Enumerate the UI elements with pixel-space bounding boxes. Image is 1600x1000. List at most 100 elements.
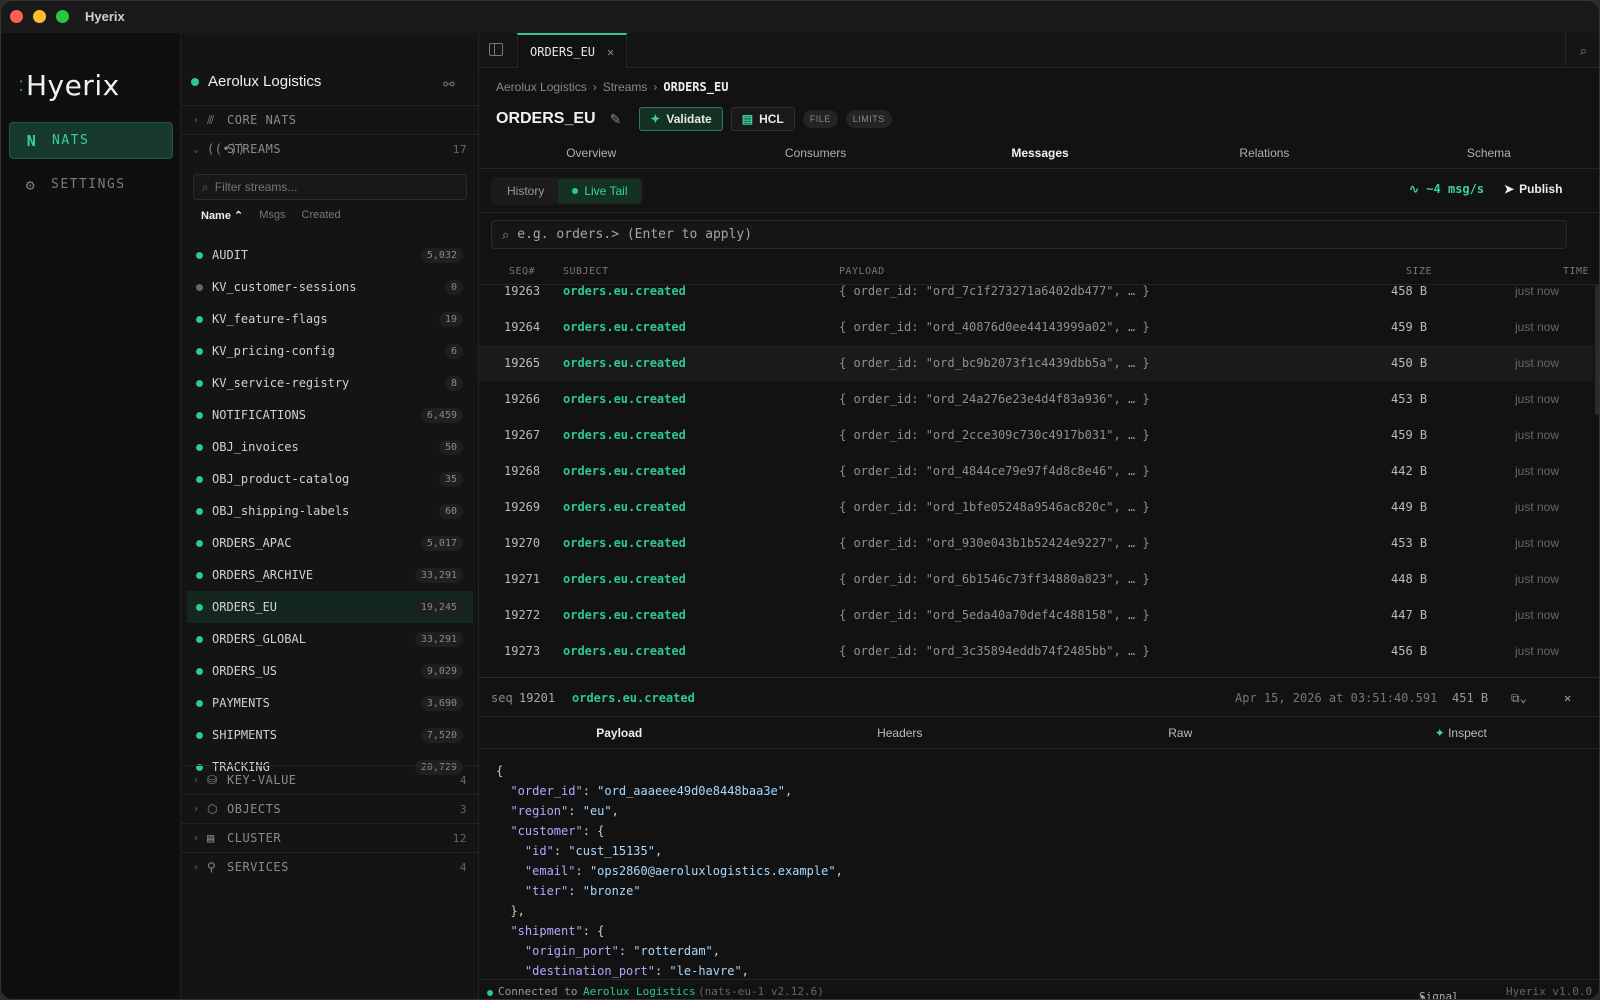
breadcrumb-connection[interactable]: Aerolux Logistics [496, 80, 587, 94]
stream-msg-count: 33,291 [414, 631, 463, 647]
nav-item-nats[interactable]: N NATS [9, 122, 173, 159]
stream-list-item[interactable]: OBJ_shipping-labels 60 [181, 495, 479, 527]
table-row[interactable]: 19268 orders.eu.created { order_id: "ord_4… [479, 453, 1593, 489]
column-header-payload[interactable]: PAYLOAD [839, 266, 885, 277]
tab-relations[interactable]: Relations [1152, 137, 1376, 168]
payload-json-viewer: { "order_id": "ord_aaaeee49d0e8448baa3e"… [496, 764, 843, 978]
row-time: just now [1515, 500, 1560, 514]
table-row[interactable]: 19272 orders.eu.created { order_id: "ord_5… [479, 597, 1593, 633]
tab-consumers[interactable]: Consumers [703, 137, 927, 168]
stream-msg-count: 3,690 [420, 695, 463, 711]
disconnect-plug-icon[interactable]: ⚯ [443, 76, 455, 93]
history-mode-button[interactable]: History [493, 179, 558, 203]
stream-list-item[interactable]: KV_feature-flags 19 [181, 303, 479, 335]
stream-list-item[interactable]: KV_pricing-config 6 [181, 335, 479, 367]
json-value: rotterdam [640, 944, 706, 958]
row-time: just now [1515, 392, 1560, 406]
tab-headers[interactable]: Headers [760, 717, 1041, 748]
stream-list-item[interactable]: OBJ_product-catalog 35 [181, 463, 479, 495]
section-objects[interactable]: › ⬡ OBJECTS 3 [181, 794, 479, 823]
stream-list-item[interactable]: AUDIT 5,032 [181, 239, 479, 271]
nats-icon: N [26, 131, 38, 150]
stream-list-item[interactable]: ORDERS_US 9,029 [181, 655, 479, 687]
search-icon[interactable]: ⌕ [1565, 33, 1599, 68]
stream-list-item[interactable]: SHIPMENTS 7,520 [181, 719, 479, 751]
json-value: ord_aaaeee49d0e8448baa3e [604, 784, 778, 798]
publish-button[interactable]: ➤ Publish [1504, 182, 1562, 196]
sidebar-toggle-icon[interactable] [489, 43, 503, 56]
nav-item-settings[interactable]: ⚙ SETTINGS [9, 166, 173, 203]
row-seq: 19267 [504, 428, 541, 442]
stream-list-item[interactable]: OBJ_invoices 50 [181, 431, 479, 463]
table-row[interactable]: 19273 orders.eu.created { order_id: "ord_3… [479, 633, 1593, 665]
stream-list-item[interactable]: ORDERS_ARCHIVE 33,291 [181, 559, 479, 591]
close-icon[interactable]: ✕ [1564, 691, 1571, 705]
section-cluster[interactable]: › ▤ CLUSTER 12 [181, 823, 479, 852]
stream-list-item[interactable]: PAYMENTS 3,690 [181, 687, 479, 719]
stream-list-item[interactable]: ORDERS_EU 19,245 [187, 591, 473, 623]
table-row[interactable]: 19263 orders.eu.created { order_id: "ord_7… [479, 285, 1593, 309]
validate-label: Validate [666, 112, 712, 126]
activity-icon: ∿ [1409, 182, 1420, 196]
column-header-subject[interactable]: SUBJECT [563, 266, 609, 277]
breadcrumb-streams[interactable]: Streams [603, 80, 648, 94]
column-header-seq[interactable]: SEQ# [509, 266, 535, 277]
tab-label: Inspect [1448, 726, 1487, 740]
app-window: Hyerix ⁚Hyerix N NATS ⚙ SETTINGS Aerolux… [0, 0, 1600, 1000]
section-streams[interactable]: ⌄ ((•)) STREAMS 17 [181, 134, 479, 163]
message-table: 19263 orders.eu.created { order_id: "ord_7… [479, 285, 1593, 665]
sparkle-icon: ✦ [650, 112, 661, 126]
close-window-button[interactable] [10, 10, 23, 23]
tab-orders-eu[interactable]: ORDERS_EU ✕ [517, 33, 628, 68]
subject-filter[interactable]: ⌕ [491, 220, 1567, 249]
table-row[interactable]: 19269 orders.eu.created { order_id: "ord_1… [479, 489, 1593, 525]
stream-list-item[interactable]: KV_service-registry 8 [181, 367, 479, 399]
stream-list-item[interactable]: KV_customer-sessions 0 [181, 271, 479, 303]
tab-overview[interactable]: Overview [479, 137, 703, 168]
tab-messages[interactable]: Messages [928, 137, 1152, 168]
live-tail-mode-button[interactable]: Live Tail [558, 179, 642, 203]
stream-list-item[interactable]: ORDERS_APAC 5,017 [181, 527, 479, 559]
section-services[interactable]: › ⚲ SERVICES 4 [181, 852, 479, 881]
hcl-button[interactable]: ▤ HCL [730, 107, 795, 131]
row-subject: orders.eu.created [563, 285, 686, 298]
stream-msg-count: 19,245 [414, 599, 463, 615]
tab-label: ORDERS_EU [530, 44, 596, 59]
row-subject: orders.eu.created [563, 608, 686, 622]
sort-by-name[interactable]: Name ⌃ [201, 209, 243, 222]
tab-payload[interactable]: Payload [479, 717, 760, 748]
table-row[interactable]: 19265 orders.eu.created { order_id: "ord_b… [479, 345, 1593, 381]
tab-inspect[interactable]: ✦ Inspect [1321, 717, 1600, 748]
sort-by-msgs[interactable]: Msgs [259, 209, 285, 222]
stream-list-item[interactable]: ORDERS_GLOBAL 33,291 [181, 623, 479, 655]
section-core-nats[interactable]: › ⫻ CORE NATS [181, 105, 479, 134]
tab-raw[interactable]: Raw [1040, 717, 1321, 748]
subject-filter-input[interactable] [517, 227, 1518, 242]
table-row[interactable]: 19266 orders.eu.created { order_id: "ord_2… [479, 381, 1593, 417]
sort-by-created[interactable]: Created [302, 209, 341, 222]
gear-icon: ⚙ [25, 175, 37, 194]
table-row[interactable]: 19271 orders.eu.created { order_id: "ord_6… [479, 561, 1593, 597]
column-header-time[interactable]: TIME [1563, 266, 1589, 277]
close-icon[interactable]: ✕ [607, 45, 614, 59]
row-time: just now [1515, 356, 1560, 370]
connection-header[interactable]: Aerolux Logistics [191, 73, 321, 90]
zoom-window-button[interactable] [56, 10, 69, 23]
connection-name: Aerolux Logistics [208, 73, 322, 90]
table-scrollbar[interactable] [1595, 285, 1599, 415]
validate-button[interactable]: ✦ Validate [639, 107, 723, 131]
copy-icon[interactable]: ⧉⌄ [1511, 691, 1527, 706]
stream-list-item[interactable]: NOTIFICATIONS 6,459 [181, 399, 479, 431]
pencil-icon[interactable]: ✎ [610, 111, 622, 128]
minimize-window-button[interactable] [33, 10, 46, 23]
section-count: 3 [459, 802, 467, 816]
tab-schema[interactable]: Schema [1377, 137, 1599, 168]
stream-filter[interactable]: ⌕ [193, 174, 467, 200]
column-header-size[interactable]: SIZE [1406, 266, 1432, 277]
table-row[interactable]: 19270 orders.eu.created { order_id: "ord_9… [479, 525, 1593, 561]
stream-title-row: ORDERS_EU ✎ ✦ Validate ▤ HCL FILE LIMITS [496, 107, 892, 131]
stream-filter-input[interactable] [214, 180, 445, 194]
table-row[interactable]: 19264 orders.eu.created { order_id: "ord_4… [479, 309, 1593, 345]
table-row[interactable]: 19267 orders.eu.created { order_id: "ord_2… [479, 417, 1593, 453]
section-key-value[interactable]: › ⛁ KEY-VALUE 4 [181, 765, 479, 794]
